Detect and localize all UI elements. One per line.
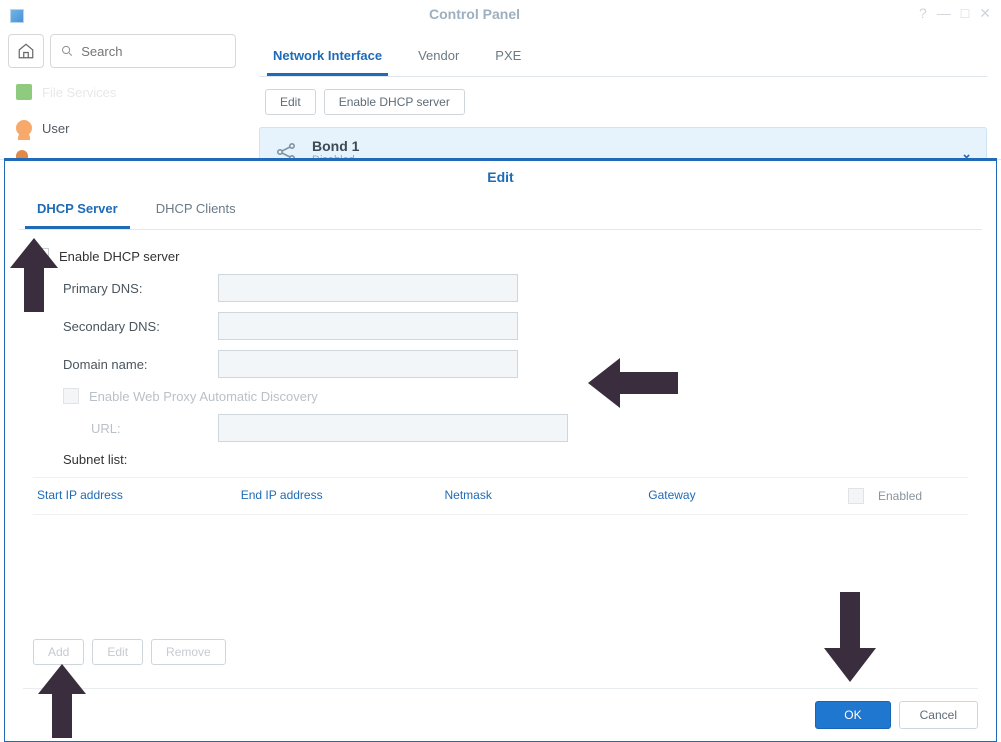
main-pane: Network Interface Vendor PXE Edit Enable… [245,28,1001,159]
modal-tabs: DHCP Server DHCP Clients [19,193,982,230]
cancel-button[interactable]: Cancel [899,701,978,729]
window-title: Control Panel [30,6,919,22]
subnet-list-label: Subnet list: [63,452,127,467]
sidebar-item-label: File Services [42,85,116,100]
modal-footer: OK Cancel [23,688,978,729]
domain-name-input[interactable] [218,350,518,378]
window-controls: ? — □ ✕ [919,5,991,22]
col-start-ip[interactable]: Start IP address [33,488,237,504]
annotation-arrow [36,664,88,738]
home-icon [17,42,35,60]
search-icon [61,44,73,58]
edit-subnet-button[interactable]: Edit [92,639,143,665]
url-label: URL: [91,421,218,436]
sidebar: File Services User [0,28,245,159]
modal-body: Enable DHCP server Primary DNS: Secondar… [5,230,996,527]
col-gateway[interactable]: Gateway [644,488,848,504]
remove-button[interactable]: Remove [151,639,226,665]
home-button[interactable] [8,34,44,68]
folder-icon [16,84,32,100]
group-icon [16,150,28,158]
subnet-table-header: Start IP address End IP address Netmask … [33,477,968,515]
enable-dhcp-label: Enable DHCP server [59,249,179,264]
ok-button[interactable]: OK [815,701,890,729]
enable-wpad-checkbox[interactable] [63,388,79,404]
search-input[interactable] [81,44,225,59]
tab-network-interface[interactable]: Network Interface [267,40,388,76]
control-panel-window: Control Panel ? — □ ✕ File Services [0,0,1001,160]
url-input[interactable] [218,414,568,442]
help-icon[interactable]: ? [919,5,927,22]
toolbar: Edit Enable DHCP server [259,77,987,127]
add-button[interactable]: Add [33,639,84,665]
enable-wpad-label: Enable Web Proxy Automatic Discovery [89,389,318,404]
tab-dhcp-clients[interactable]: DHCP Clients [144,193,248,229]
sidebar-item-user[interactable]: User [8,110,236,146]
maximize-icon[interactable]: □ [961,5,969,22]
interface-name: Bond 1 [312,138,359,154]
col-end-ip[interactable]: End IP address [237,488,441,504]
tab-dhcp-server[interactable]: DHCP Server [25,193,130,229]
subnet-actions: Add Edit Remove [33,639,226,665]
search-box[interactable] [50,34,236,68]
user-icon [16,120,32,136]
tab-pxe[interactable]: PXE [489,40,527,76]
sidebar-item-label: User [42,121,69,136]
close-icon[interactable]: ✕ [979,5,991,22]
annotation-arrow [588,352,678,414]
edit-button[interactable]: Edit [265,89,316,115]
enable-dhcp-button[interactable]: Enable DHCP server [324,89,465,115]
col-netmask[interactable]: Netmask [441,488,645,504]
sidebar-item-file-services[interactable]: File Services [8,74,236,110]
annotation-arrow [822,592,878,682]
domain-name-label: Domain name: [63,357,218,372]
secondary-dns-label: Secondary DNS: [63,319,218,334]
col-enabled-checkbox[interactable] [848,488,864,504]
window-titlebar: Control Panel ? — □ ✕ [0,0,1001,28]
main-tabs: Network Interface Vendor PXE [259,36,987,77]
secondary-dns-input[interactable] [218,312,518,340]
primary-dns-input[interactable] [218,274,518,302]
annotation-arrow [8,238,60,312]
col-enabled: Enabled [878,489,922,503]
minimize-icon[interactable]: — [937,5,951,22]
tab-vendor[interactable]: Vendor [412,40,465,76]
modal-title: Edit [5,161,996,191]
app-icon [10,9,24,23]
primary-dns-label: Primary DNS: [63,281,218,296]
